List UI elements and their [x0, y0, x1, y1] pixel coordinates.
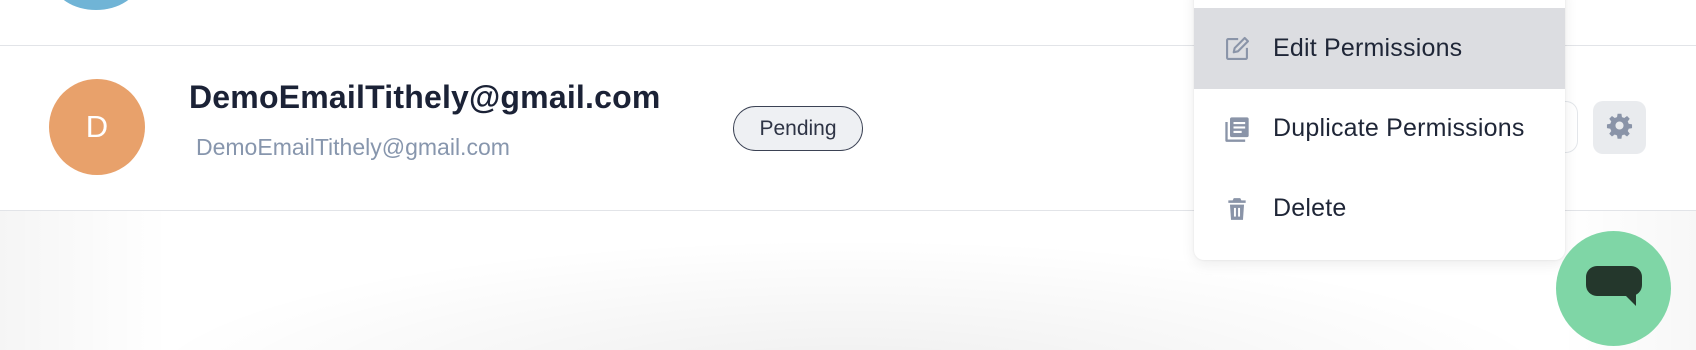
menu-item-label: Delete [1273, 194, 1347, 222]
avatar-initial: D [85, 109, 109, 144]
chat-launcher-button[interactable] [1556, 231, 1671, 346]
permissions-menu: Edit Permissions Duplicate Permissions D… [1194, 0, 1565, 260]
status-badge-label: Pending [759, 116, 837, 140]
trash-icon [1222, 194, 1252, 224]
edit-icon [1222, 34, 1252, 64]
menu-item-edit-permissions[interactable]: Edit Permissions [1194, 8, 1565, 89]
user-name: DemoEmailTithely@gmail.com [189, 79, 661, 115]
menu-item-label: Duplicate Permissions [1273, 114, 1525, 142]
previous-row-avatar [54, 0, 138, 10]
team-members-screen: D DemoEmailTithely@gmail.com DemoEmailTi… [0, 0, 1696, 350]
gear-icon [1606, 112, 1633, 144]
user-email: DemoEmailTithely@gmail.com [196, 134, 510, 160]
settings-button[interactable] [1593, 101, 1646, 154]
avatar: D [49, 79, 145, 175]
menu-item-duplicate-permissions[interactable]: Duplicate Permissions [1194, 88, 1565, 169]
menu-item-delete[interactable]: Delete [1194, 168, 1565, 249]
status-badge: Pending [733, 106, 863, 151]
chat-bubble-icon [1584, 262, 1644, 315]
duplicate-icon [1222, 114, 1252, 144]
menu-item-label: Edit Permissions [1273, 34, 1463, 62]
